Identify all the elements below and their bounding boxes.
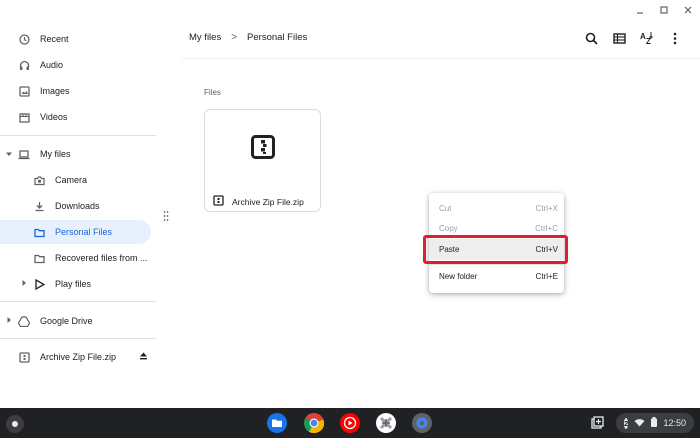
- chrome-icon[interactable]: [303, 412, 325, 434]
- header-divider: [182, 58, 700, 59]
- sidebar-item-label: Videos: [40, 112, 68, 122]
- menu-item-label: Cut: [439, 203, 452, 213]
- holding-space-icon[interactable]: [587, 413, 607, 433]
- sidebar-item-play-files[interactable]: Play files: [33, 272, 151, 296]
- svg-text:Z: Z: [646, 37, 651, 45]
- files-app-icon[interactable]: [266, 412, 288, 434]
- clock-time: 12:50: [663, 418, 686, 428]
- menu-item-paste[interactable]: Paste Ctrl+V: [429, 239, 564, 260]
- context-menu: Cut Ctrl+X Copy Ctrl+C Paste Ctrl+V New …: [429, 193, 564, 293]
- sidebar-item-label: Downloads: [55, 201, 100, 211]
- breadcrumb-my-files[interactable]: My files: [189, 32, 221, 43]
- clock-icon: [18, 33, 30, 45]
- file-tile[interactable]: Archive Zip File.zip: [204, 109, 321, 212]
- sidebar-item-label: Camera: [55, 175, 88, 185]
- chevron-right-icon[interactable]: [20, 279, 28, 287]
- sidebar-item-recovered-files[interactable]: Recovered files from ...: [33, 246, 151, 270]
- search-icon[interactable]: [584, 31, 598, 45]
- sidebar: Recent Audio Images Videos My files Came…: [0, 26, 156, 408]
- minimize-icon[interactable]: [634, 4, 646, 16]
- drive-icon: [18, 315, 30, 327]
- sidebar-item-label: Play files: [55, 279, 92, 289]
- sidebar-item-personal-files[interactable]: Personal Files: [0, 220, 151, 244]
- zip-icon: [250, 134, 275, 164]
- laptop-icon: [18, 148, 30, 160]
- image-icon: [18, 85, 30, 97]
- menu-item-shortcut: Ctrl+X: [535, 203, 558, 213]
- status-tray[interactable]: 2 12:50: [616, 413, 694, 433]
- breadcrumb: My files > Personal Files: [189, 32, 307, 43]
- sidebar-item-label: Archive Zip File.zip: [40, 352, 117, 362]
- sidebar-divider: [0, 301, 156, 302]
- sidebar-divider: [0, 135, 156, 136]
- file-thumbnail: [205, 110, 320, 188]
- sidebar-item-label: Google Drive: [40, 316, 93, 326]
- files-app-window: Recent Audio Images Videos My files Came…: [0, 0, 700, 408]
- sidebar-item-label: Audio: [40, 60, 64, 70]
- sort-az-icon[interactable]: AZ: [640, 31, 654, 45]
- sidebar-divider: [0, 338, 156, 339]
- menu-item-shortcut: Ctrl+V: [535, 245, 558, 254]
- sidebar-item-label: Recent: [40, 34, 69, 44]
- chevron-right-icon: >: [231, 32, 238, 43]
- sidebar-item-audio[interactable]: Audio: [18, 53, 148, 77]
- sidebar-item-archive[interactable]: Archive Zip File.zip: [18, 345, 148, 369]
- battery-icon: [651, 417, 658, 429]
- menu-item-shortcut: Ctrl+E: [535, 271, 558, 281]
- menu-item-new-folder[interactable]: New folder Ctrl+E: [429, 266, 564, 286]
- menu-separator: [429, 264, 564, 265]
- sidebar-item-camera[interactable]: Camera: [33, 168, 151, 192]
- notification-badge: 2: [624, 417, 629, 429]
- window-controls: [634, 4, 694, 16]
- sidebar-item-recent[interactable]: Recent: [18, 27, 148, 51]
- eject-icon[interactable]: [139, 351, 148, 362]
- menu-item-cut[interactable]: Cut Ctrl+X: [429, 198, 564, 218]
- menu-item-label: Copy: [439, 223, 458, 233]
- sidebar-item-downloads[interactable]: Downloads: [33, 194, 151, 218]
- breadcrumb-current: Personal Files: [247, 32, 308, 43]
- sidebar-item-label: My files: [40, 149, 71, 159]
- more-vert-icon[interactable]: [668, 31, 682, 45]
- archive-icon: [18, 351, 30, 363]
- headphones-icon: [18, 59, 30, 71]
- sidebar-item-label: Recovered files from ...: [55, 253, 148, 263]
- file-name-row: Archive Zip File.zip: [213, 195, 304, 208]
- list-view-icon[interactable]: [612, 31, 626, 45]
- sidebar-item-my-files[interactable]: My files: [18, 142, 148, 166]
- camera-icon: [33, 174, 45, 186]
- maximize-icon[interactable]: [658, 4, 670, 16]
- archive-icon: [213, 195, 224, 208]
- sidebar-item-google-drive[interactable]: Google Drive: [18, 309, 148, 333]
- menu-item-shortcut: Ctrl+C: [535, 223, 558, 233]
- section-label: Files: [204, 88, 221, 97]
- folder-icon: [33, 252, 45, 264]
- chevron-right-icon[interactable]: [5, 316, 13, 324]
- close-icon[interactable]: [682, 4, 694, 16]
- sidebar-item-label: Personal Files: [55, 227, 113, 237]
- film-icon: [18, 111, 30, 123]
- menu-item-label: Paste: [439, 245, 460, 254]
- folder-icon: [33, 226, 45, 238]
- chevron-down-icon[interactable]: [5, 150, 13, 158]
- toolbar: AZ: [584, 31, 682, 45]
- sidebar-resize-handle[interactable]: [163, 209, 169, 221]
- sidebar-item-videos[interactable]: Videos: [18, 105, 148, 129]
- download-icon: [33, 200, 45, 212]
- settings-icon[interactable]: [411, 412, 433, 434]
- wifi-icon: [634, 418, 645, 429]
- play-store-icon: [33, 278, 45, 290]
- sidebar-item-images[interactable]: Images: [18, 79, 148, 103]
- menu-item-label: New folder: [439, 271, 478, 281]
- sidebar-item-label: Images: [40, 86, 70, 96]
- menu-item-copy[interactable]: Copy Ctrl+C: [429, 218, 564, 238]
- youtube-music-icon[interactable]: [339, 412, 361, 434]
- app-icon[interactable]: [375, 412, 397, 434]
- file-name: Archive Zip File.zip: [232, 196, 304, 207]
- launcher-button[interactable]: [6, 415, 24, 433]
